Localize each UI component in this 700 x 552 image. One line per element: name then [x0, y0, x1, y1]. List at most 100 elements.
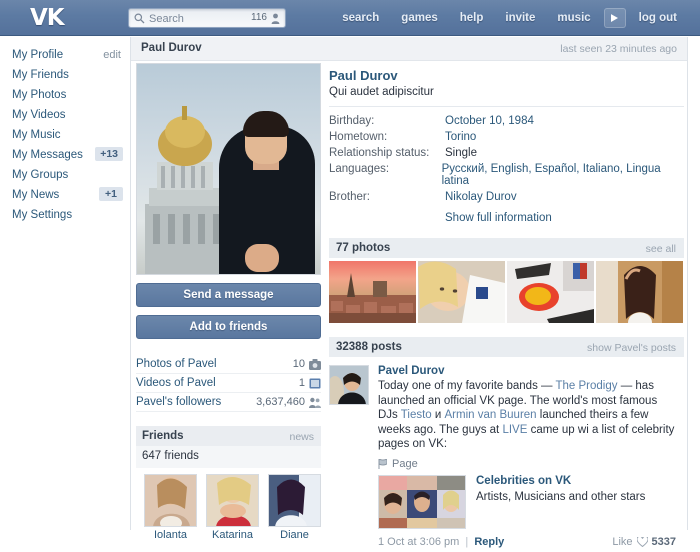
last-seen-status: last seen 23 minutes ago — [560, 43, 677, 55]
send-message-button[interactable]: Send a message — [136, 283, 321, 307]
stat-photos-of-pavel[interactable]: Photos of Pavel 10 — [136, 355, 321, 374]
friend-item[interactable]: Diane — [268, 474, 321, 541]
see-all-photos-link[interactable]: see all — [646, 243, 676, 255]
sidebar-item-my-friends[interactable]: My Friends — [0, 65, 130, 85]
sidebar-item-label: My Videos — [12, 109, 65, 121]
sidebar-item-my-settings[interactable]: My Settings — [0, 205, 130, 225]
news-badge: +1 — [99, 187, 123, 201]
nav-link-invite[interactable]: invite — [494, 0, 546, 36]
friend-photo-3 — [268, 474, 321, 527]
sidebar-item-my-photos[interactable]: My Photos — [0, 85, 130, 105]
show-full-information-link[interactable]: Show full information — [445, 212, 684, 224]
search-icon — [134, 13, 145, 24]
stat-label: Pavel's followers — [136, 396, 221, 408]
camera-icon — [309, 359, 321, 370]
post-text-link[interactable]: LIVE — [502, 424, 527, 436]
sidebar-item-my-profile[interactable]: My Profile edit — [0, 45, 130, 65]
nav-link-music[interactable]: music — [546, 0, 601, 36]
sidebar-item-my-news[interactable]: My News +1 — [0, 185, 130, 205]
heart-icon[interactable] — [637, 537, 648, 547]
photo-thumb-woman-brown-hair[interactable] — [596, 261, 683, 323]
post-text-link[interactable]: Armin van Buuren — [445, 409, 537, 421]
friend-name[interactable]: Diane — [268, 529, 321, 541]
woman-brown-hair-art — [596, 261, 683, 323]
post-text-link[interactable]: The Prodigy — [556, 380, 618, 392]
friends-news-link[interactable]: news — [289, 431, 314, 443]
info-key: Hometown: — [329, 131, 445, 143]
blonde-woman-art — [418, 261, 505, 323]
info-key: Birthday: — [329, 115, 445, 127]
profile-photo[interactable] — [136, 63, 321, 275]
sidebar-item-my-videos[interactable]: My Videos — [0, 105, 130, 125]
red-logo-art — [507, 261, 594, 323]
page-flag-icon — [378, 459, 387, 469]
search-input[interactable] — [149, 11, 244, 26]
nav-link-logout[interactable]: log out — [628, 0, 688, 36]
friend-item[interactable]: Katarina — [206, 474, 259, 541]
info-row-birthday: Birthday: October 10, 1984 — [329, 115, 684, 127]
friend-item[interactable]: Iolanta — [144, 474, 197, 541]
photos-section-header: 77 photos see all — [329, 238, 684, 258]
profile-info-table: Birthday: October 10, 1984 Hometown: Tor… — [329, 115, 684, 224]
photo-thumb-red-logo-floor[interactable] — [507, 261, 594, 323]
like-count: 5337 — [652, 536, 676, 548]
info-key: Languages: — [329, 163, 442, 187]
add-to-friends-button[interactable]: Add to friends — [136, 315, 321, 339]
friend-avatar-art — [207, 475, 259, 527]
post-author-avatar[interactable] — [329, 365, 369, 405]
nav-link-search[interactable]: search — [331, 0, 390, 36]
post-attachment[interactable]: Celebrities on VK Artists, Musicians and… — [378, 475, 678, 529]
vk-logo[interactable]: VK — [30, 5, 64, 31]
stat-label: Videos of Pavel — [136, 377, 216, 389]
stat-value: 1 — [299, 377, 305, 389]
post-text-segment: и — [432, 409, 445, 421]
stat-label: Photos of Pavel — [136, 358, 217, 370]
search-box[interactable]: 116 — [128, 8, 286, 28]
posts-section-header: 32388 posts show Pavel's posts — [329, 337, 684, 357]
nav-link-games[interactable]: games — [390, 0, 448, 36]
nav-link-help[interactable]: help — [449, 0, 495, 36]
profile-name-block: Paul Durov Qui audet adipiscitur — [329, 63, 684, 107]
sidebar-item-my-messages[interactable]: My Messages +13 — [0, 145, 130, 165]
stat-pavels-followers[interactable]: Pavel's followers 3,637,460 — [136, 393, 321, 412]
play-triangle-icon — [611, 14, 618, 22]
post-reply-link[interactable]: Reply — [474, 536, 504, 548]
photo-strip — [329, 261, 684, 323]
music-play-arrow-icon[interactable] — [604, 8, 626, 28]
friends-section: Friends news 647 friends Iolan — [136, 426, 321, 541]
attachment-title[interactable]: Celebrities on VK — [476, 475, 645, 487]
post-footer-separator: | — [465, 536, 468, 548]
show-posts-link[interactable]: show Pavel's posts — [587, 342, 676, 354]
info-value-hometown[interactable]: Torino — [445, 131, 476, 143]
friend-name[interactable]: Iolanta — [144, 529, 197, 541]
friend-name[interactable]: Katarina — [206, 529, 259, 541]
info-row-hometown: Hometown: Torino — [329, 131, 684, 143]
friend-avatar-art — [269, 475, 321, 527]
info-value-birthday[interactable]: October 10, 1984 — [445, 115, 534, 127]
profile-full-name[interactable]: Paul Durov — [329, 68, 684, 83]
profile-status: Qui audet adipiscitur — [329, 86, 684, 98]
post-author-name[interactable]: Pavel Durov — [378, 365, 678, 377]
sidebar-item-my-groups[interactable]: My Groups — [0, 165, 130, 185]
post-text-segment: Today one of my favorite bands — — [378, 380, 556, 392]
cathedral-illustration — [139, 92, 231, 274]
photo-thumb-blonde-woman-white-shirt[interactable] — [418, 261, 505, 323]
sidebar-item-label: My Groups — [12, 169, 68, 181]
left-sidebar: My Profile edit My Friends My Photos My … — [0, 37, 130, 530]
stat-videos-of-pavel[interactable]: Videos of Pavel 1 — [136, 374, 321, 393]
photo-thumb-cityscape-sunset[interactable] — [329, 261, 416, 323]
info-row-brother: Brother: Nikolay Durov — [329, 191, 684, 203]
sidebar-edit-link[interactable]: edit — [103, 49, 121, 61]
friend-photo-1 — [144, 474, 197, 527]
messages-badge: +13 — [95, 147, 123, 161]
sidebar-item-my-music[interactable]: My Music — [0, 125, 130, 145]
post-body: Pavel Durov Today one of my favorite ban… — [378, 365, 678, 552]
info-value-brother[interactable]: Nikolay Durov — [445, 191, 517, 203]
info-value-languages[interactable]: Русский, English, Español, Italiano, Lin… — [442, 163, 684, 187]
attachment-description: Artists, Musicians and other stars — [476, 491, 645, 503]
info-key: Brother: — [329, 191, 445, 203]
subject-hands — [245, 244, 279, 272]
like-label[interactable]: Like — [612, 536, 632, 548]
post-date: 1 Oct at 3:06 pm — [378, 536, 459, 548]
post-text-link[interactable]: Tiesto — [401, 409, 432, 421]
